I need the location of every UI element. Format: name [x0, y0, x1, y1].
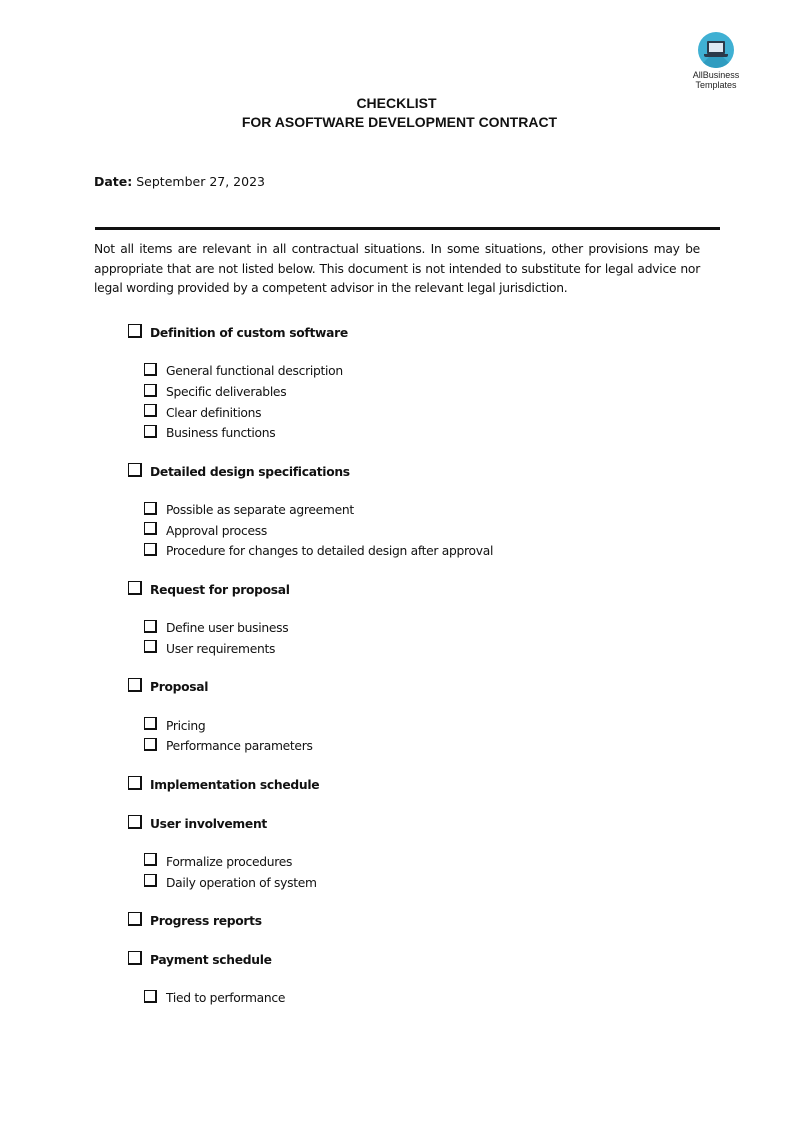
- checkbox-icon[interactable]: [128, 462, 142, 477]
- checklist-item-main[interactable]: Proposal: [128, 676, 728, 698]
- checklist-item-main[interactable]: Definition of custom software: [128, 322, 728, 344]
- checklist-subitem-label: Approval process: [166, 523, 267, 538]
- checklist-subitem-label: Tied to performance: [166, 991, 286, 1006]
- logo-line-2: Templates: [695, 80, 737, 90]
- checklist-subitem[interactable]: Approval process: [144, 520, 728, 541]
- logo-text: AllBusiness Templates: [686, 70, 746, 90]
- checklist-item-main[interactable]: Payment schedule: [128, 949, 728, 971]
- checklist-subitem-label: User requirements: [166, 641, 276, 656]
- checkbox-icon[interactable]: [144, 362, 157, 376]
- allbusiness-templates-logo: AllBusiness Templates: [686, 32, 746, 90]
- checklist-item-label: Definition of custom software: [150, 326, 348, 340]
- checklist-section: Progress reports: [128, 910, 728, 949]
- checklist-section: Payment schedule Tied to performance: [128, 949, 728, 1026]
- checklist-item-label: Implementation schedule: [150, 777, 320, 792]
- checklist-subitem-label: Procedure for changes to detailed design…: [166, 544, 494, 559]
- checkbox-icon[interactable]: [144, 619, 157, 633]
- checklist-item-main[interactable]: User involvement: [128, 813, 728, 835]
- checklist-section: Request for proposal Define user business…: [128, 579, 728, 676]
- checkbox-icon[interactable]: [128, 324, 142, 338]
- checklist-subitem[interactable]: Possible as separate agreement: [144, 500, 728, 521]
- checkbox-icon[interactable]: [144, 640, 157, 654]
- checklist-subitem[interactable]: Tied to performance: [144, 988, 728, 1009]
- checklist-item-main[interactable]: Detailed design specifications: [128, 461, 728, 483]
- date-value: September 27, 2023: [136, 174, 265, 189]
- checklist-subitem[interactable]: User requirements: [144, 639, 728, 660]
- checklist-subitem[interactable]: Clear definitions: [144, 402, 728, 423]
- checkbox-icon[interactable]: [128, 911, 142, 926]
- checkbox-icon[interactable]: [144, 989, 157, 1003]
- checklist-section: Implementation schedule: [128, 774, 728, 813]
- logo-line-1: AllBusiness: [692, 70, 740, 80]
- checklist-subitem-label: Specific deliverables: [166, 385, 287, 400]
- checklist-item-label: Progress reports: [150, 913, 262, 928]
- checklist-subitem-label: Formalize procedures: [166, 854, 293, 869]
- checklist-subitem[interactable]: Procedure for changes to detailed design…: [144, 541, 728, 562]
- checklist-subitem[interactable]: Specific deliverables: [144, 382, 728, 403]
- checkbox-icon[interactable]: [144, 404, 157, 418]
- date-line: Date: September 27, 2023: [94, 174, 265, 189]
- checklist-section: Definition of custom software General fun…: [128, 322, 728, 461]
- checklist-subitem[interactable]: General functional description: [144, 361, 728, 382]
- checkbox-icon[interactable]: [144, 717, 157, 731]
- checklist-item-main[interactable]: Progress reports: [128, 910, 728, 932]
- document-title: CHECKLIST: [356, 95, 437, 111]
- date-label: Date:: [94, 174, 133, 189]
- checklist-subitem-label: General functional description: [166, 364, 343, 379]
- checklist-item-label: Payment schedule: [150, 952, 272, 967]
- checkbox-icon[interactable]: [128, 580, 142, 595]
- checkbox-icon[interactable]: [144, 737, 157, 751]
- checkbox-icon[interactable]: [144, 383, 157, 397]
- checklist-section: User involvement Formalize procedures Dail…: [128, 813, 728, 910]
- checkbox-icon[interactable]: [144, 542, 157, 556]
- checkbox-icon[interactable]: [144, 874, 157, 888]
- checklist-subitem[interactable]: Performance parameters: [144, 736, 728, 757]
- checkbox-icon[interactable]: [144, 853, 157, 867]
- checklist-item-label: Proposal: [150, 680, 209, 695]
- laptop-icon: [698, 32, 734, 68]
- checklist-subitem[interactable]: Pricing: [144, 715, 728, 736]
- checklist-subitem[interactable]: Business functions: [144, 423, 728, 444]
- checklist-subitem-label: Define user business: [166, 621, 289, 636]
- checklist-subitem-label: Possible as separate agreement: [166, 503, 354, 518]
- checklist-subitem-label: Performance parameters: [166, 739, 313, 754]
- checklist-subitem-label: Daily operation of system: [166, 875, 317, 890]
- checkbox-icon[interactable]: [144, 522, 157, 536]
- checklist-item-label: Detailed design specifications: [150, 464, 350, 479]
- intro-paragraph: Not all items are relevant in all contra…: [94, 242, 700, 295]
- checklist-subitem-label: Business functions: [166, 426, 276, 441]
- checklist-subitem[interactable]: Daily operation of system: [144, 872, 728, 893]
- checklist-item-label: User involvement: [150, 816, 267, 831]
- checklist-subitem[interactable]: Define user business: [144, 618, 728, 639]
- checklist-item-label: Request for proposal: [150, 582, 290, 597]
- checklist-section: Proposal Pricing Performance parameters: [128, 676, 728, 773]
- checklist-section: Detailed design specifications Possible a…: [128, 461, 728, 579]
- document-subtitle: FOR ASOFTWARE DEVELOPMENT CONTRACT: [241, 114, 558, 130]
- checkbox-icon[interactable]: [128, 950, 142, 965]
- checklist-subitem-label: Clear definitions: [166, 405, 262, 420]
- checklist-subitem-label: Pricing: [166, 718, 206, 733]
- checkbox-icon[interactable]: [144, 501, 157, 515]
- checkbox-icon[interactable]: [144, 424, 157, 438]
- checkbox-icon[interactable]: [128, 678, 142, 693]
- checklist-item-main[interactable]: Implementation schedule: [128, 774, 728, 796]
- horizontal-rule: [95, 227, 720, 230]
- checkbox-icon[interactable]: [128, 814, 142, 829]
- checklist-subitem[interactable]: Formalize procedures: [144, 852, 728, 873]
- checklist: Definition of custom software General fun…: [128, 322, 728, 1026]
- checkbox-icon[interactable]: [128, 775, 142, 790]
- checklist-item-main[interactable]: Request for proposal: [128, 579, 728, 601]
